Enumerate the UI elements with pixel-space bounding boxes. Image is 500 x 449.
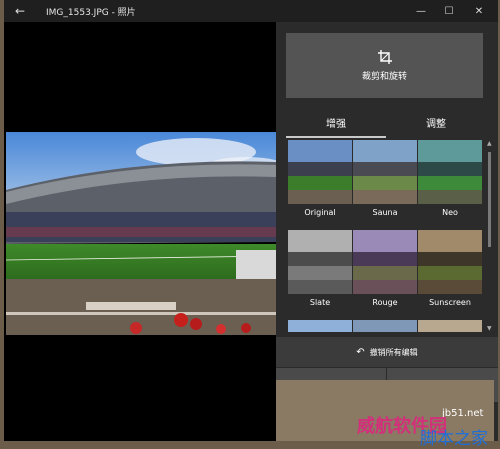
filter-neo[interactable]: Neo (418, 140, 482, 217)
photos-app-window: ← IMG_1553.JPG - 照片 — ☐ ✕ 裁剪和旋转 增强 调整 Or… (4, 0, 498, 441)
watermark-text-2: 脚本之家 (420, 429, 488, 449)
filter-thumbnail (288, 320, 352, 332)
filter-thumbnail (353, 230, 417, 294)
filter-rouge[interactable]: Rouge (353, 230, 417, 307)
edit-panel: 裁剪和旋转 增强 调整 Original Sauna Neo Slate Rou… (276, 22, 498, 441)
filter-thumbnail (418, 320, 482, 332)
filter-thumbnail (418, 230, 482, 294)
filter-sunscreen[interactable]: Sunscreen (418, 230, 482, 307)
minimize-button[interactable]: — (413, 3, 429, 19)
filter-grid: Original Sauna Neo Slate Rouge Sunscreen (276, 140, 498, 332)
undo-icon: ↶ (356, 346, 365, 358)
scroll-up-icon[interactable]: ▲ (487, 140, 492, 147)
maximize-button[interactable]: ☐ (441, 3, 457, 19)
crop-rotate-button[interactable]: 裁剪和旋转 (286, 33, 483, 98)
filter-thumbnail (288, 230, 352, 294)
stadium-photo (6, 132, 276, 335)
close-button[interactable]: ✕ (471, 3, 487, 19)
filter-row3-2[interactable] (353, 320, 417, 332)
filter-thumbnail (288, 140, 352, 204)
photo-viewer (4, 22, 276, 441)
scroll-down-icon[interactable]: ▼ (487, 325, 492, 332)
watermark-url: jb51.net (442, 408, 484, 419)
filter-thumbnail (353, 140, 417, 204)
edit-tabs: 增强 调整 (276, 110, 498, 138)
filter-sauna[interactable]: Sauna (353, 140, 417, 217)
filter-thumbnail (353, 320, 417, 332)
filter-name: Neo (442, 208, 458, 217)
crop-icon (377, 50, 392, 64)
back-arrow-icon[interactable]: ← (12, 3, 28, 19)
filter-name: Original (304, 208, 336, 217)
filter-name: Sauna (372, 208, 398, 217)
filter-name: Rouge (372, 298, 398, 307)
filter-thumbnail (418, 140, 482, 204)
tab-enhance[interactable]: 增强 (286, 115, 386, 138)
scrollbar-thumb[interactable] (488, 152, 491, 247)
filter-name: Slate (309, 298, 331, 307)
undo-all-edits-button[interactable]: ↶ 撤销所有编辑 (276, 337, 498, 367)
filter-slate[interactable]: Slate (288, 230, 352, 307)
title-bar: ← IMG_1553.JPG - 照片 — ☐ ✕ (4, 0, 498, 22)
window-title: IMG_1553.JPG - 照片 (46, 8, 136, 18)
filter-scrollbar[interactable]: ▲ ▼ (487, 140, 493, 332)
filter-row3-3[interactable] (418, 320, 482, 332)
undo-label: 撤销所有编辑 (369, 347, 418, 357)
filter-original[interactable]: Original (288, 140, 352, 217)
filter-row3-1[interactable] (288, 320, 352, 332)
tab-adjust[interactable]: 调整 (426, 115, 446, 130)
crop-rotate-label: 裁剪和旋转 (361, 72, 407, 82)
filter-name: Sunscreen (429, 298, 471, 307)
